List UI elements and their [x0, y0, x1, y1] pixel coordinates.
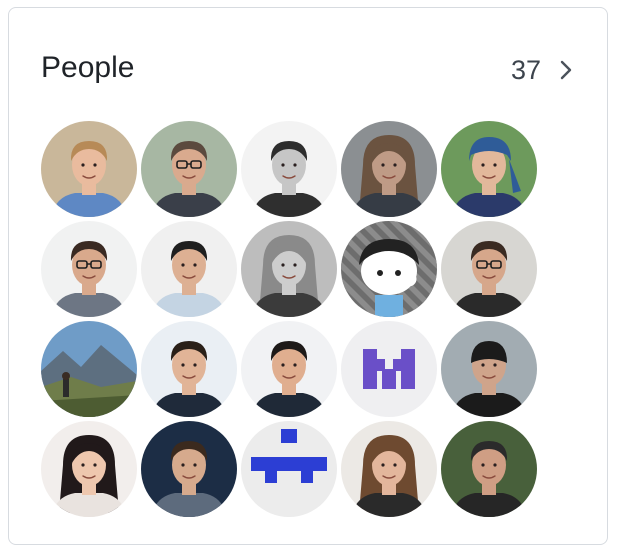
avatar-image [441, 421, 537, 517]
person-avatar[interactable] [141, 221, 237, 317]
avatar-image [141, 221, 237, 317]
person-avatar[interactable] [441, 321, 537, 417]
avatar-image [141, 121, 237, 217]
person-avatar[interactable] [341, 221, 437, 317]
person-avatar[interactable] [41, 221, 137, 317]
people-count: 37 [510, 54, 541, 85]
people-avatar-grid [41, 121, 537, 517]
avatar-image [241, 421, 337, 517]
avatar-image [41, 221, 137, 317]
person-avatar[interactable] [441, 221, 537, 317]
person-avatar[interactable] [241, 421, 337, 517]
person-avatar[interactable] [41, 121, 137, 217]
people-count-link[interactable]: 37 [511, 50, 573, 90]
avatar-image [441, 321, 537, 417]
avatar-image [141, 421, 237, 517]
person-avatar[interactable] [141, 121, 237, 217]
person-avatar[interactable] [341, 321, 437, 417]
avatar-image [241, 221, 337, 317]
avatar-image [41, 421, 137, 517]
people-card: People 37 [8, 7, 608, 545]
chevron-right-icon [560, 60, 572, 80]
avatar-image [341, 321, 437, 417]
avatar-image [141, 321, 237, 417]
person-avatar[interactable] [41, 321, 137, 417]
people-heading: People [41, 51, 135, 84]
avatar-image [341, 221, 437, 317]
person-avatar[interactable] [141, 321, 237, 417]
avatar-image [341, 421, 437, 517]
person-avatar[interactable] [41, 421, 137, 517]
person-avatar[interactable] [241, 121, 337, 217]
person-avatar[interactable] [241, 321, 337, 417]
avatar-image [241, 321, 337, 417]
person-avatar[interactable] [441, 121, 537, 217]
avatar-image [441, 221, 537, 317]
person-avatar[interactable] [341, 421, 437, 517]
person-avatar[interactable] [241, 221, 337, 317]
avatar-image [441, 121, 537, 217]
avatar-image [41, 321, 137, 417]
person-avatar[interactable] [441, 421, 537, 517]
avatar-image [341, 121, 437, 217]
avatar-image [241, 121, 337, 217]
person-avatar[interactable] [341, 121, 437, 217]
person-avatar[interactable] [141, 421, 237, 517]
avatar-image [41, 121, 137, 217]
